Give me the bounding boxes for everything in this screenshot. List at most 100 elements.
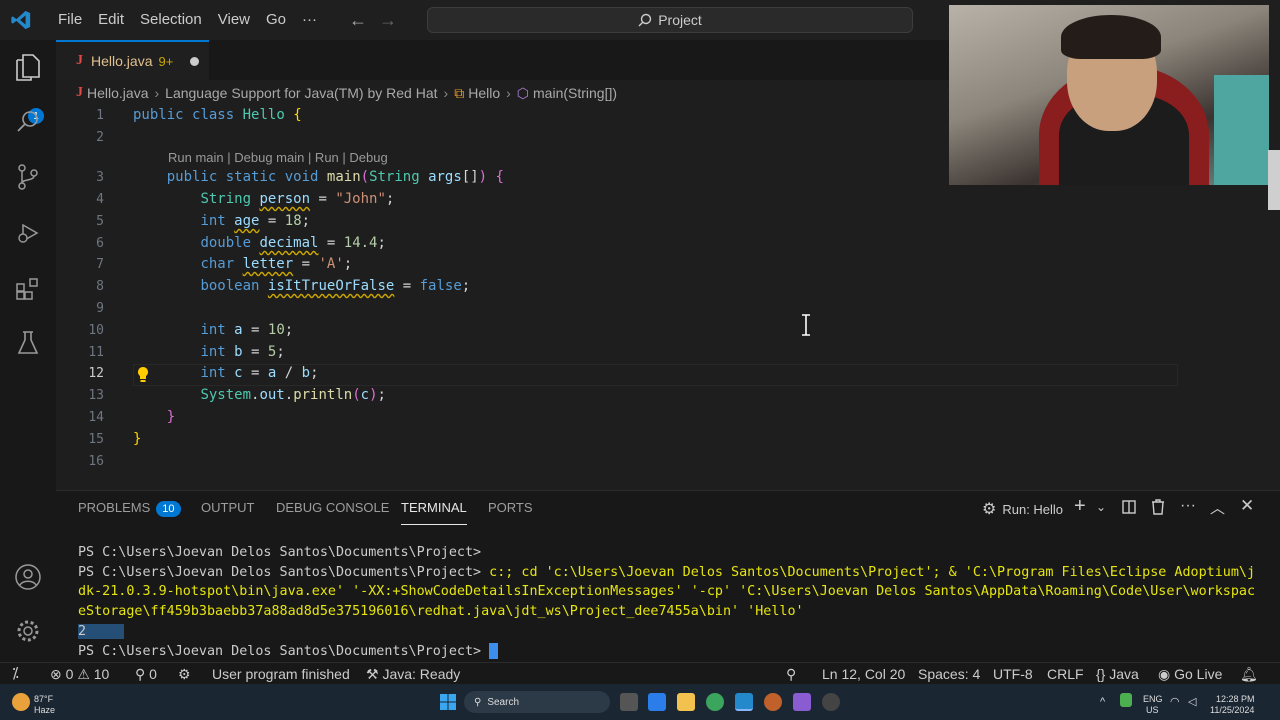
new-terminal-plus-icon[interactable]: + (1074, 495, 1086, 518)
run-hello-terminal[interactable]: ⚙ Run: Hello (982, 499, 1063, 519)
encoding[interactable]: UTF-8 (993, 663, 1033, 685)
chevron-right-icon: › (506, 85, 511, 101)
vscode-logo-icon (11, 10, 31, 30)
java-status[interactable]: ⚒ Java: Ready (366, 663, 460, 685)
blender-icon[interactable] (764, 693, 782, 711)
chrome-icon[interactable] (706, 693, 724, 711)
tab-terminal[interactable]: TERMINAL (401, 491, 467, 525)
menu-go[interactable]: Go (258, 0, 294, 40)
zoom-icon[interactable]: ⚲ (786, 663, 796, 685)
menu-view[interactable]: View (210, 0, 258, 40)
visual-studio-icon[interactable] (793, 693, 811, 711)
tab-hello-java[interactable]: J Hello.java 9+ (56, 40, 209, 80)
tray-app-icon[interactable] (1120, 693, 1132, 707)
go-live[interactable]: ◉ Go Live (1158, 663, 1222, 685)
tab-ports[interactable]: PORTS (488, 491, 533, 525)
line-number: 7 (96, 257, 104, 272)
breadcrumb-extension[interactable]: Language Support for Java(TM) by Red Hat (165, 85, 437, 101)
terminal-line: 2 (78, 622, 1258, 642)
split-terminal-icon[interactable] (1122, 500, 1136, 514)
bottom-panel: PROBLEMS 10 OUTPUT DEBUG CONSOLE TERMINAL… (56, 490, 1280, 662)
tab-problems[interactable]: PROBLEMS 10 (78, 491, 181, 525)
menu-more[interactable]: ··· (294, 0, 325, 40)
trash-icon[interactable] (1151, 499, 1165, 515)
braces-icon: {} (1096, 666, 1106, 682)
codelens-run-debug[interactable]: Run main | Debug main | Run | Debug (168, 150, 388, 165)
menu-selection[interactable]: Selection (132, 0, 210, 40)
ports-status[interactable]: ⚲ 0 (135, 663, 157, 685)
code-line-8: boolean isItTrueOrFalse = false; (200, 278, 471, 294)
menu-edit[interactable]: Edit (90, 0, 132, 40)
search-sidebar-icon[interactable] (13, 106, 43, 136)
source-control-icon[interactable] (13, 162, 43, 192)
obs-icon[interactable] (822, 693, 840, 711)
indentation[interactable]: Spaces: 4 (918, 663, 980, 685)
breadcrumb-class[interactable]: Hello (468, 85, 500, 101)
explorer-icon[interactable] (13, 52, 43, 82)
lightbulb-icon[interactable] (136, 366, 150, 384)
taskbar-search-label: Search (487, 696, 520, 708)
terminal-output[interactable]: PS C:\Users\Joevan Delos Santos\Document… (78, 543, 1258, 661)
breadcrumb-file[interactable]: Hello.java (87, 85, 148, 101)
problems-status[interactable]: ⊗ 0 ⚠ 10 (50, 663, 109, 685)
go-live-label: Go Live (1174, 666, 1223, 682)
code-line-14: } (166, 409, 176, 425)
forward-arrow-icon[interactable]: → (373, 10, 403, 31)
volume-icon[interactable]: ◁ (1188, 695, 1196, 708)
windows-start-icon[interactable] (440, 694, 456, 710)
program-status[interactable]: User program finished (212, 663, 350, 685)
chevron-down-icon[interactable]: ⌄ (1096, 500, 1106, 514)
testing-icon[interactable] (13, 328, 43, 358)
debug-gear-icon: ⚙ (982, 501, 997, 518)
terminal-line: PS C:\Users\Joevan Delos Santos\Document… (78, 642, 1258, 662)
file-explorer-icon[interactable] (677, 693, 695, 711)
menu-file[interactable]: File (50, 0, 90, 40)
run-status-icon[interactable]: ⚙ (178, 663, 191, 685)
line-number: 16 (88, 454, 104, 469)
cursor-position[interactable]: Ln 12, Col 20 (822, 663, 905, 685)
activity-bar: 1 (0, 40, 56, 662)
tab-debug-console[interactable]: DEBUG CONSOLE (276, 491, 389, 525)
line-number: 5 (96, 214, 104, 229)
unsaved-dot-icon[interactable] (190, 57, 199, 66)
error-icon: ⊗ (50, 666, 62, 682)
vscode-taskbar-icon[interactable] (735, 693, 753, 711)
line-number: 4 (96, 192, 104, 207)
search-icon (638, 13, 652, 27)
java-status-label: Java: Ready (382, 666, 461, 682)
tray-overflow-icon[interactable]: ^ (1100, 696, 1105, 708)
background-shelf-shape (1214, 75, 1269, 185)
close-panel-icon[interactable]: ✕ (1240, 496, 1254, 516)
run-debug-icon[interactable] (13, 218, 43, 248)
breadcrumb: J Hello.java › Language Support for Java… (56, 82, 956, 104)
extensions-icon[interactable] (13, 274, 43, 304)
task-view-icon[interactable] (620, 693, 638, 711)
more-actions-icon[interactable]: ··· (1180, 497, 1196, 515)
person-hair-shape (1061, 15, 1161, 59)
line-number: 10 (88, 323, 104, 338)
copilot-icon[interactable] (648, 693, 666, 711)
windows-taskbar: 87°F Haze ⚲ Search ^ ENG US ◠ ◁ 12:28 PM … (0, 684, 1280, 720)
bell-icon[interactable]: 🔔︎ (1240, 663, 1258, 685)
taskbar-search[interactable]: ⚲ Search (464, 691, 610, 713)
line-number: 8 (96, 279, 104, 294)
maximize-panel-icon[interactable]: ︿ (1210, 497, 1225, 518)
tab-output[interactable]: OUTPUT (201, 491, 254, 525)
wifi-icon[interactable]: ◠ (1170, 695, 1180, 708)
line-ending[interactable]: CRLF (1047, 663, 1084, 685)
account-icon[interactable] (13, 562, 43, 592)
weather-temp: 87°F (34, 694, 54, 704)
code-line-10: int a = 10; (200, 322, 294, 338)
breadcrumb-method[interactable]: main(String[]) (533, 85, 617, 101)
code-line-3: public static void main(String args[]) { (166, 169, 504, 185)
line-number: 9 (96, 301, 104, 316)
remote-icon[interactable]: ⁒ (12, 663, 19, 685)
language-mode[interactable]: {} Java (1096, 663, 1139, 685)
editor-scrollbar[interactable] (1268, 150, 1280, 210)
terminal-cursor (489, 642, 499, 659)
back-arrow-icon[interactable]: ← (343, 10, 373, 31)
command-center-search[interactable]: Project (427, 7, 913, 33)
tab-problems-label: PROBLEMS (78, 500, 151, 515)
settings-gear-icon[interactable] (13, 616, 43, 646)
weather-icon[interactable] (12, 693, 30, 711)
